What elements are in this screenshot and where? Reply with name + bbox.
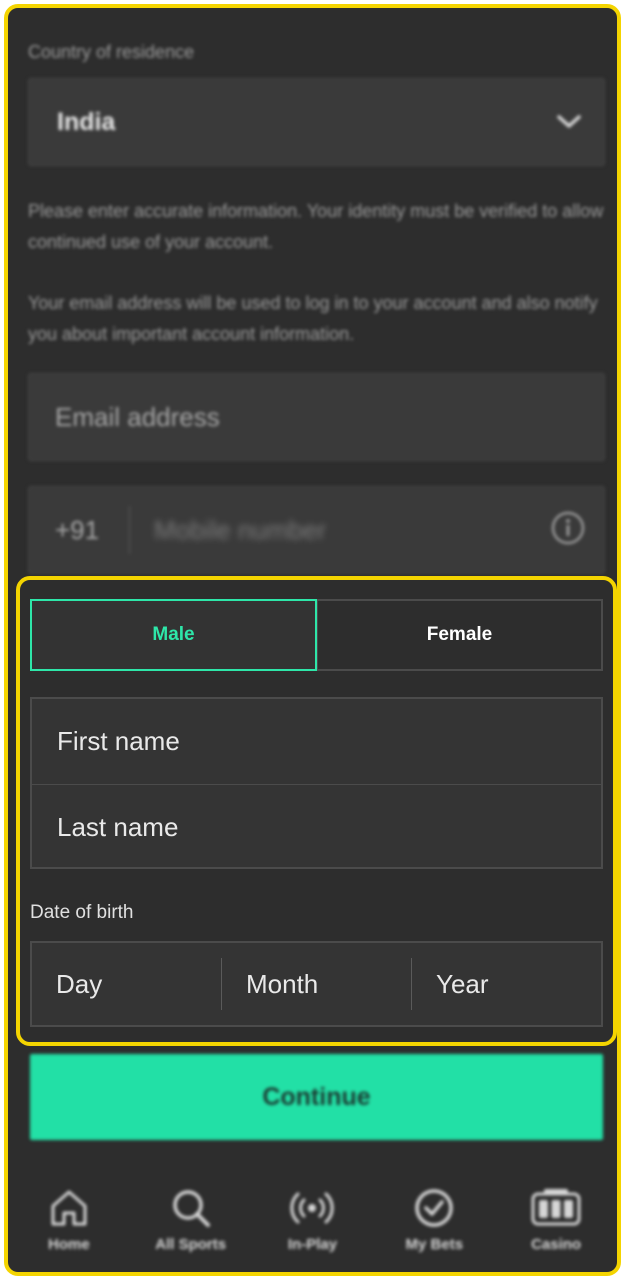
continue-button[interactable]: Continue	[30, 1054, 603, 1140]
identity-info-text: Please enter accurate information. Your …	[28, 201, 604, 252]
email-field[interactable]: Email address	[28, 373, 605, 461]
country-value: India	[57, 107, 116, 136]
dob-label: Date of birth	[30, 902, 134, 923]
last-name-field[interactable]: Last name	[32, 784, 601, 869]
gender-female-button[interactable]: Female	[317, 601, 601, 669]
search-icon	[172, 1190, 210, 1227]
nav-label-casino: Casino	[531, 1236, 582, 1253]
gender-toggle: Male Female	[30, 599, 603, 671]
phone-field[interactable]: +91 Mobile number	[28, 486, 605, 574]
nav-item-all-sports[interactable]: All Sports	[136, 1186, 246, 1272]
country-select[interactable]: India	[28, 78, 605, 166]
chevron-down-icon	[556, 114, 582, 130]
country-label: Country of residence	[28, 42, 195, 62]
nav-item-casino[interactable]: Casino	[501, 1186, 611, 1272]
info-icon[interactable]	[550, 510, 586, 551]
nav-label-all-sports: All Sports	[155, 1236, 227, 1253]
nav-label-in-play: In-Play	[287, 1236, 338, 1253]
dob-year-field[interactable]: Year	[411, 958, 601, 1010]
gender-male-button[interactable]: Male	[30, 599, 317, 671]
home-icon	[51, 1190, 87, 1226]
nav-item-home[interactable]: Home	[14, 1186, 124, 1272]
dob-month-field[interactable]: Month	[221, 958, 411, 1010]
nav-item-my-bets[interactable]: My Bets	[379, 1186, 489, 1272]
first-name-field[interactable]: First name	[32, 699, 601, 784]
email-info-text: Your email address will be used to log i…	[28, 293, 598, 344]
name-fields: First name Last name	[30, 697, 603, 869]
nav-label-home: Home	[48, 1236, 90, 1253]
dob-fields: Day Month Year	[30, 941, 603, 1027]
nav-item-in-play[interactable]: In-Play	[257, 1186, 367, 1272]
bottom-nav: Home All Sports In-Play My Bets Casino	[8, 1186, 617, 1272]
check-circle-icon	[415, 1189, 454, 1227]
email-placeholder: Email address	[55, 401, 220, 432]
dob-day-field[interactable]: Day	[32, 958, 221, 1010]
app-frame: Country of residence India Please enter …	[4, 4, 621, 1276]
slot-machine-icon	[531, 1189, 581, 1226]
nav-label-my-bets: My Bets	[405, 1236, 464, 1253]
country-code[interactable]: +91	[29, 515, 129, 546]
broadcast-icon	[290, 1192, 335, 1224]
mobile-placeholder: Mobile number	[154, 514, 326, 545]
